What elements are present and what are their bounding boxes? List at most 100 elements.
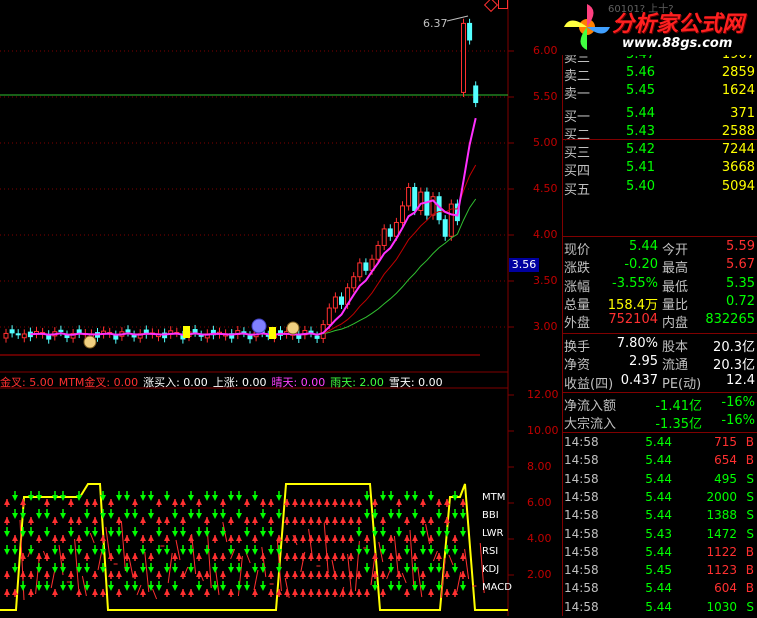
tick-time: 14:58: [564, 526, 599, 541]
candlestick[interactable]: [58, 325, 64, 337]
tick-row[interactable]: 14:58 5.44 1122 B: [562, 545, 757, 563]
candlestick[interactable]: [473, 81, 479, 108]
stat-value: 5.59: [726, 239, 755, 254]
candlestick[interactable]: [357, 258, 363, 282]
tick-volume: 495: [714, 471, 737, 486]
order-book-row[interactable]: 买三 5.42 7244: [562, 142, 757, 161]
site-logo[interactable]: 60101? 上十? 分析家公式网 www.88gs.com: [560, 0, 757, 55]
candlestick[interactable]: [125, 325, 131, 337]
candlestick[interactable]: [198, 330, 204, 341]
candlestick[interactable]: [137, 329, 143, 343]
tick-time: 14:58: [564, 599, 599, 614]
candlestick[interactable]: [351, 272, 357, 293]
stat-label: 涨幅: [564, 279, 591, 295]
candlestick[interactable]: [70, 328, 76, 343]
indicator-red-line: [120, 520, 126, 572]
order-book-row[interactable]: 卖一 5.45 1624: [562, 83, 757, 102]
tick-row[interactable]: 14:58 5.44 2000 S: [562, 490, 757, 508]
candlestick[interactable]: [131, 330, 137, 342]
order-book-row[interactable]: 卖二 5.46 2859: [562, 65, 757, 84]
candlestick[interactable]: [101, 326, 107, 339]
candlestick[interactable]: [15, 329, 21, 339]
indicator-red-line: [152, 588, 158, 600]
tick-price: 5.44: [645, 599, 672, 614]
candlestick[interactable]: [9, 325, 15, 338]
flow-value: -1.41亿: [655, 399, 702, 414]
tick-row[interactable]: 14:58 5.44 1030 S: [562, 600, 757, 618]
tick-row[interactable]: 14:58 5.44 1388 S: [562, 508, 757, 526]
flow-label: 大宗流入: [564, 417, 617, 433]
money-flow-row: 大宗流入 -1.35亿 -16%: [562, 413, 757, 433]
tick-time: 14:58: [564, 581, 599, 596]
candlestick[interactable]: [247, 331, 253, 344]
stat-label: 总量: [564, 297, 591, 313]
tick-time: 14:58: [564, 435, 599, 449]
indicator-red-line: [253, 569, 259, 591]
signal-marker: [183, 326, 190, 338]
tick-row[interactable]: 14:58 5.44 604 B: [562, 581, 757, 599]
candlestick[interactable]: [204, 329, 210, 343]
high-annotation: 6.37: [423, 17, 448, 30]
separator: [562, 139, 757, 140]
quote-stat-row: 总量 158.4万 量比 0.72: [562, 294, 757, 313]
candlestick[interactable]: [64, 330, 70, 343]
candlestick[interactable]: [34, 326, 39, 339]
quote-stat-row: 收益(四) 0.437 PE(动) 12.4: [562, 373, 757, 392]
candlestick[interactable]: [381, 224, 387, 251]
money-bag-icon: [83, 335, 97, 349]
price-axis-label: 4.00: [533, 228, 558, 241]
price-axis-label: 5.00: [533, 136, 558, 149]
candlestick[interactable]: [339, 292, 344, 309]
indicator-red-line: [448, 554, 454, 566]
candlestick[interactable]: [235, 326, 241, 340]
indicator-axis-label: 8.00: [527, 460, 552, 473]
candlestick[interactable]: [308, 326, 314, 338]
candlestick[interactable]: [302, 325, 308, 340]
candlestick[interactable]: [113, 330, 119, 344]
tick-time: 14:58: [564, 489, 599, 504]
tick-row[interactable]: 14:58 5.44 715 B: [562, 435, 757, 453]
order-book-row[interactable]: 买四 5.41 3668: [562, 160, 757, 180]
tick-row[interactable]: 14:58 5.44 654 B: [562, 453, 757, 471]
signal-row-label: BBI: [482, 510, 499, 521]
stat-label: 现价: [564, 243, 591, 258]
candlestick[interactable]: [168, 326, 174, 339]
candlestick[interactable]: [332, 292, 338, 313]
candlestick[interactable]: [3, 328, 9, 343]
candlestick[interactable]: [46, 330, 52, 344]
order-book-label: 买四: [564, 164, 591, 180]
logo-url[interactable]: www.88gs.com: [622, 36, 732, 51]
candlestick[interactable]: [448, 199, 454, 241]
candlestick[interactable]: [363, 258, 369, 275]
candlestick[interactable]: [461, 18, 466, 97]
candlestick[interactable]: [467, 18, 473, 45]
indicator-legend-item: 晴天: 0.00: [271, 376, 326, 389]
order-book-row[interactable]: 买五 5.40 5094: [562, 179, 757, 198]
candlestick[interactable]: [174, 327, 180, 338]
candlestick[interactable]: [314, 331, 320, 343]
candlestick[interactable]: [418, 187, 424, 216]
candlestick[interactable]: [406, 182, 412, 211]
signal-row-label: LWR: [482, 528, 504, 539]
tick-row[interactable]: 14:58 5.45 1123 B: [562, 563, 757, 581]
tick-volume: 1030: [706, 599, 737, 614]
quote-stat-row: 涨幅 -3.55% 最低 5.35: [562, 276, 757, 295]
candlestick[interactable]: [241, 327, 247, 338]
tick-row[interactable]: 14:58 5.44 495 S: [562, 472, 757, 490]
candlestick[interactable]: [387, 224, 393, 241]
collapse-icon[interactable]: [498, 0, 508, 9]
order-book-row[interactable]: 买一 5.44 371: [562, 106, 757, 125]
candlestick[interactable]: [21, 329, 27, 343]
tick-price: 5.44: [645, 435, 672, 449]
money-flow-row: 净流入额 -1.41亿 -16%: [562, 395, 757, 414]
stat-label: 流通: [662, 358, 689, 374]
indicator-red-line: [261, 546, 267, 578]
signal-row-label: MACD: [482, 582, 512, 593]
candlestick[interactable]: [424, 187, 430, 220]
candlestick[interactable]: [442, 215, 448, 241]
tick-row[interactable]: 14:58 5.43 1472 S: [562, 527, 757, 545]
signal-row-label: RSI: [482, 546, 499, 557]
indicator-red-line: [136, 584, 142, 596]
candlestick[interactable]: [210, 325, 216, 340]
candlestick[interactable]: [229, 329, 235, 343]
